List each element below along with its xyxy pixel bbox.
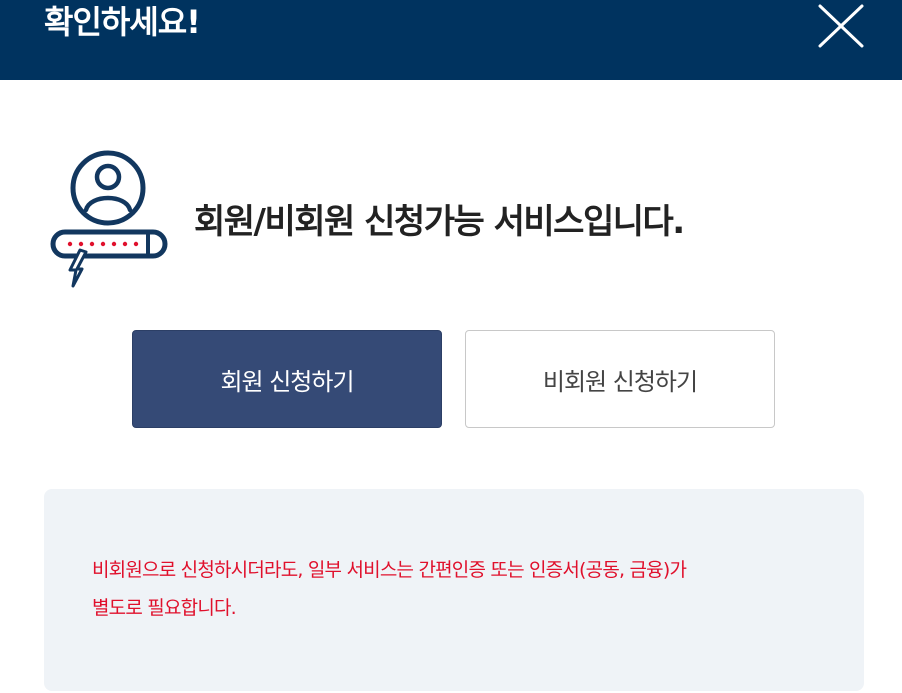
member-apply-button[interactable]: 회원 신청하기 xyxy=(132,330,442,428)
user-password-icon xyxy=(50,150,168,288)
guest-apply-button[interactable]: 비회원 신청하기 xyxy=(465,330,775,428)
close-button[interactable] xyxy=(808,0,878,56)
dialog-title: 확인하세요! xyxy=(44,3,201,41)
info-row: 회원/비회원 신청가능 서비스입니다. xyxy=(48,148,868,293)
notice-line-1: 비회원으로 신청하시더라도, 일부 서비스는 간편인증 또는 인증서(공동, 금… xyxy=(92,559,687,581)
dialog-header: 확인하세요! xyxy=(0,0,902,80)
notice-line-2: 별도로 필요합니다. xyxy=(92,597,237,619)
service-message: 회원/비회원 신청가능 서비스입니다. xyxy=(194,202,685,242)
notice-box: 비회원으로 신청하시더라도, 일부 서비스는 간편인증 또는 인증서(공동, 금… xyxy=(44,489,864,691)
close-icon xyxy=(818,4,864,48)
confirm-dialog: 확인하세요! 회원/비회원 신청가능 서비스입니다. 회원 신청하기 비회원 신… xyxy=(0,0,902,693)
